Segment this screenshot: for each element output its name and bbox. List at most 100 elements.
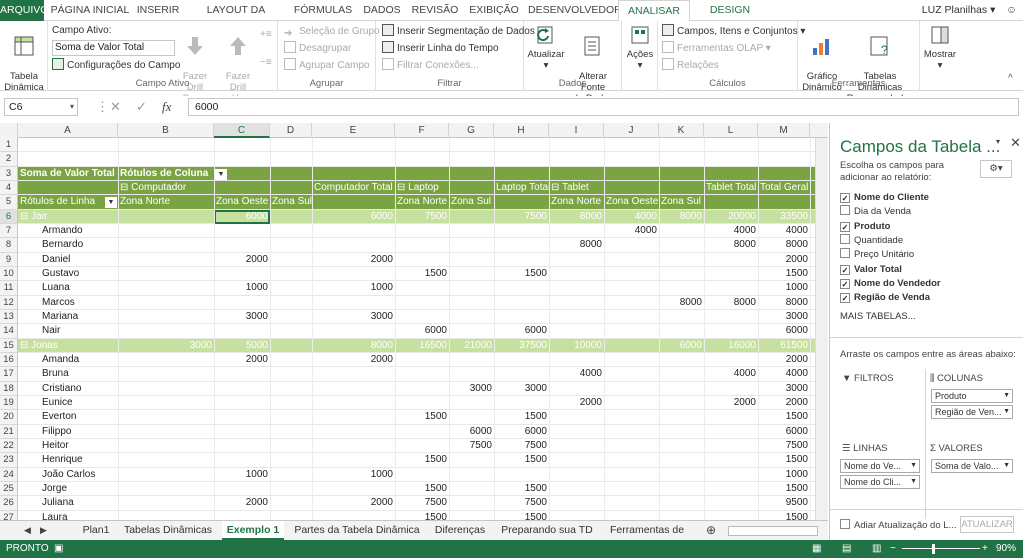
cell-value[interactable]: 2000 [312,353,395,366]
column-header-H[interactable]: H [494,123,549,138]
tab-formulas[interactable]: FÓRMULAS [292,0,354,21]
cell-label[interactable]: Daniel [18,253,118,266]
cell-value[interactable]: 1500 [758,410,810,423]
cell-value[interactable]: 3000 [214,310,270,323]
gear-icon[interactable]: ⚙▾ [980,160,1012,178]
cell-value[interactable]: 6000 [494,425,549,438]
campos-itens-button[interactable]: Campos, Itens e Conjuntos ▾ [662,24,805,40]
add-sheet-icon[interactable]: ⊕ [706,521,716,540]
cell-label[interactable]: ⊟ Jonas [18,339,118,352]
row-header[interactable]: 25 [0,481,18,497]
selecao-grupo-button[interactable]: ➔ Seleção de Grupo [284,24,380,40]
agrupar-campo-button[interactable]: Agrupar Campo [284,58,370,74]
cell-value[interactable]: 1500 [494,453,549,466]
cell-label[interactable]: Armando [18,224,118,237]
cell-value[interactable]: 3000 [312,310,395,323]
tab-arquivo[interactable]: ARQUIVO [0,0,48,21]
cell-label[interactable]: Laura [18,511,118,520]
row-header[interactable]: 15 [0,338,18,353]
cell-value[interactable]: 3000 [494,382,549,395]
cell-label[interactable]: Henrique [18,453,118,466]
inserir-segmentacao-button[interactable]: Inserir Segmentação de Dados [382,24,535,40]
tabelas-recomendadas-button[interactable]: ? Tabelas Dinâmicas Recomendadas [842,23,918,104]
cell-label[interactable]: Everton [18,410,118,423]
row-header[interactable]: 3 [0,166,18,181]
cell-label[interactable]: ⊟ Jair [18,210,118,223]
acoes-button[interactable]: Ações ▾ [624,23,656,71]
tab-pagina-inicial[interactable]: PÁGINA INICIAL [50,0,130,21]
pivot-field-item[interactable]: Preço Unitário [840,248,914,262]
cell-value[interactable]: 2000 [214,353,270,366]
cell-value[interactable]: 4000 [758,367,810,380]
row-header[interactable]: 9 [0,252,18,267]
tab-design[interactable]: DESIGN [696,0,764,21]
cell-value[interactable]: 1500 [395,511,449,520]
pivot-field-item[interactable]: ✓ Região de Venda [840,291,930,305]
collapse-ribbon-icon[interactable]: ^ [1008,71,1013,87]
cell-value[interactable]: 1500 [494,267,549,280]
alterar-fonte-button[interactable]: Alterar Fonte de Dados [566,23,620,104]
sheet-tab[interactable]: Preparando sua TD [496,521,598,540]
user-account[interactable]: LUZ Planilhas ▾ ☺ [922,0,1017,21]
cell-value[interactable]: 4000 [704,367,758,380]
cell-value[interactable]: 7500 [449,439,494,452]
horizontal-scrollbar[interactable] [728,526,818,536]
checkbox-icon[interactable] [840,205,850,216]
row-header[interactable]: 19 [0,395,18,411]
cell-value[interactable]: 1000 [758,281,810,294]
tab-analisar[interactable]: ANALISAR [618,0,690,22]
cell-label[interactable]: Zona Norte [118,195,172,208]
checkbox-checked-icon[interactable]: ✓ [840,221,850,232]
zoom-slider-thumb[interactable] [932,544,935,554]
chevron-down-icon[interactable]: ▾ [996,137,1000,146]
cell-value[interactable]: 37500 [494,339,549,352]
cell-value[interactable]: 2000 [704,396,758,409]
zoom-slider[interactable] [902,548,980,549]
configuracoes-campo-button[interactable]: Configurações do Campo [52,58,180,74]
cell-value[interactable]: 3000 [118,339,214,352]
row-header[interactable]: 17 [0,367,18,382]
cell-value[interactable]: 16000 [704,339,758,352]
cell-value[interactable]: 6000 [449,425,494,438]
row-header[interactable]: 2 [0,152,18,167]
filtrar-conexoes-button[interactable]: Filtrar Conexões... [382,58,479,74]
sheet-tab[interactable]: Ferramentas de [604,521,690,540]
cell-value[interactable]: 1500 [395,267,449,280]
checkbox-checked-icon[interactable]: ✓ [840,193,850,203]
cell-value[interactable]: 2000 [312,496,395,509]
column-header-M[interactable]: M [758,123,810,138]
tab-layout-pagina[interactable]: LAYOUT DA PÁGINA [186,0,286,37]
checkbox-icon[interactable] [840,248,850,259]
cell-value[interactable]: 7500 [395,496,449,509]
row-header[interactable]: 1 [0,138,18,153]
cell-value[interactable]: 1500 [395,482,449,495]
expand-field-icon[interactable]: +≡ [260,27,272,43]
cell-label[interactable]: Juliana [18,496,118,509]
cell-value[interactable]: 2000 [214,496,270,509]
column-header-L[interactable]: L [704,123,758,138]
checkbox-checked-icon[interactable]: ✓ [840,293,850,304]
cell-value[interactable]: 2000 [549,396,604,409]
cell-value[interactable]: 2000 [312,253,395,266]
column-header-A[interactable]: A [18,123,118,138]
cell-value[interactable]: 6000 [659,339,704,352]
column-header-K[interactable]: K [659,123,704,138]
cell-value[interactable]: 9500 [758,496,810,509]
select-all-corner[interactable] [0,123,18,138]
cell-label[interactable]: Laptop Total [494,181,552,194]
cancel-icon[interactable]: ✕ [110,98,121,116]
tab-dados[interactable]: DADOS [360,0,404,21]
cell-label[interactable]: João Carlos [18,468,118,481]
column-header-D[interactable]: D [270,123,312,138]
column-header-G[interactable]: G [449,123,494,138]
cell-value[interactable]: 2000 [758,396,810,409]
normal-view-icon[interactable]: ▦ [812,540,821,558]
values-item[interactable]: Soma de Valo... ▼ [931,459,1013,473]
cell-value[interactable]: 1000 [214,468,270,481]
formula-input[interactable]: 6000 [188,98,1019,116]
page-break-icon[interactable]: ▥ [872,540,881,558]
zoom-level[interactable]: 90% [996,540,1016,558]
column-header-J[interactable]: J [604,123,659,138]
cell-value[interactable]: 7500 [494,439,549,452]
row-header[interactable]: 23 [0,453,18,468]
